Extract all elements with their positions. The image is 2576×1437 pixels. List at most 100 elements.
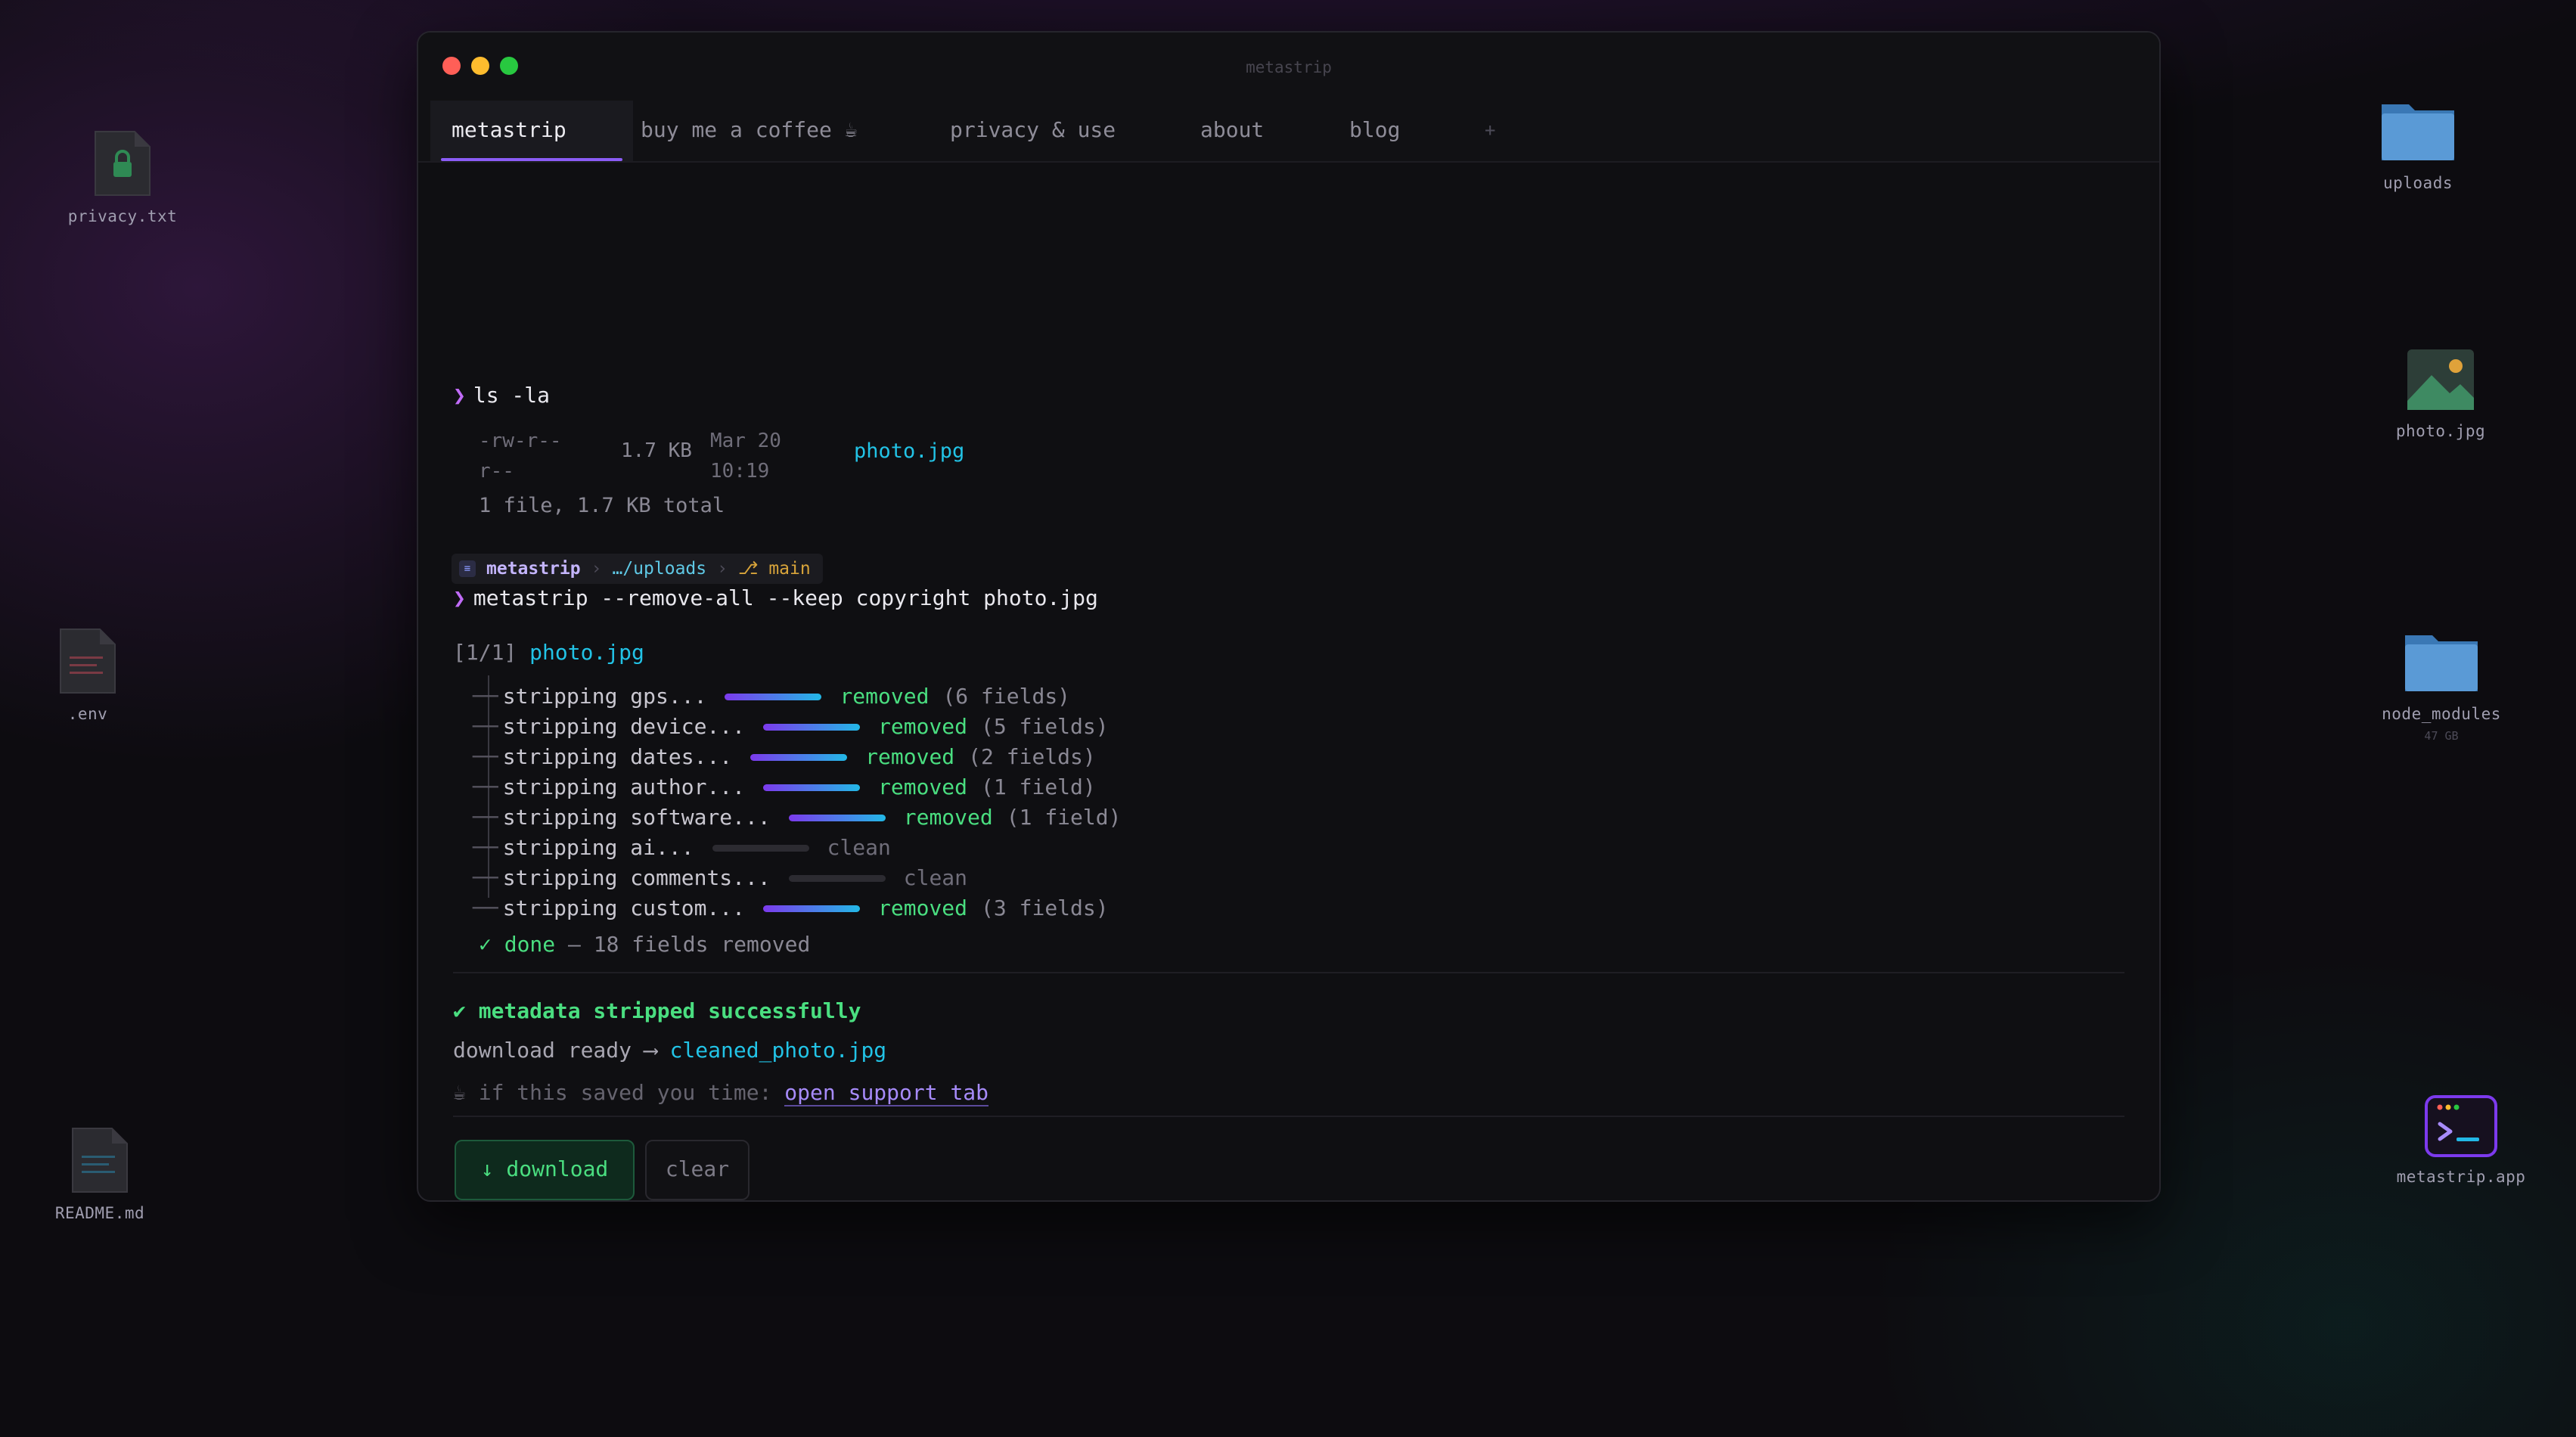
file-size: 1.7 KB	[621, 439, 692, 462]
strip-step-label: stripping dates...	[502, 744, 733, 769]
terminal-app-icon	[2425, 1095, 2497, 1157]
strip-step-label: stripping ai...	[502, 835, 694, 860]
strip-step-status: clean	[903, 865, 968, 890]
progress-header: [1/1] photo.jpg	[453, 639, 644, 666]
download-ready-text: download ready ⟶	[453, 1038, 657, 1063]
listing-summary: 1 file, 1.7 KB total	[479, 494, 725, 517]
divider	[453, 1116, 2124, 1117]
breadcrumb-branch: ⎇ main	[737, 559, 811, 579]
desktop-icon-label: README.md	[54, 1204, 145, 1222]
strip-step-status: removed	[878, 714, 968, 739]
support-line: ☕ if this saved you time: open support t…	[453, 1079, 989, 1106]
strip-step-row: ── stripping gps... removed (6 fields)	[473, 683, 1070, 710]
desktop-icon-uploads[interactable]: uploads	[2335, 97, 2501, 192]
terminal-window: metastrip metastrip buy me a coffee ☕ pr…	[417, 31, 2161, 1202]
strip-step-row: ── stripping ai... clean	[473, 834, 891, 861]
text-file-icon	[72, 1128, 128, 1193]
strip-step-detail: (3 fields)	[981, 895, 1109, 920]
tree-connector: ──	[473, 714, 498, 739]
app-glyph-icon: ≡	[459, 560, 476, 577]
desktop-icon-label: uploads	[2382, 174, 2453, 192]
progress-file-link[interactable]: photo.jpg	[529, 640, 644, 665]
download-file-link[interactable]: cleaned_photo.jpg	[670, 1038, 887, 1063]
tree-connector: ──	[473, 805, 498, 830]
strip-step-status: clean	[827, 835, 891, 860]
tab-about[interactable]: about	[1200, 101, 1264, 161]
tree-connector: ──	[473, 744, 498, 769]
desktop-icon-node-modules[interactable]: node_modules 47 GB	[2358, 628, 2525, 743]
breadcrumb-app: metastrip	[486, 559, 581, 579]
strip-step-label: stripping comments...	[502, 865, 771, 890]
desktop-icon-privacy-txt[interactable]: privacy.txt	[39, 129, 206, 225]
strip-step-row: ── stripping dates... removed (2 fields)	[473, 743, 1096, 771]
strip-step-status: removed	[865, 744, 955, 769]
tab-blog[interactable]: blog	[1349, 101, 1400, 161]
desktop-icon-metastrip-app[interactable]: metastrip.app	[2378, 1094, 2544, 1186]
tree-connector: ──	[473, 684, 498, 709]
window-title: metastrip	[1246, 58, 1332, 76]
support-text: ☕ if this saved you time:	[453, 1080, 772, 1105]
download-button[interactable]: ↓ download	[455, 1140, 635, 1200]
folder-icon	[2405, 635, 2478, 691]
tree-connector: ──	[473, 774, 498, 799]
file-permissions: -rw-r--r--	[479, 430, 562, 483]
desktop-icon-label: privacy.txt	[67, 207, 178, 225]
desktop-icon-label: metastrip.app	[2396, 1168, 2526, 1186]
file-date: Mar 20 10:19	[710, 430, 781, 483]
desktop-icon-label: node_modules	[2382, 705, 2501, 723]
new-tab-button[interactable]: +	[1485, 101, 1495, 161]
clear-button[interactable]: clear	[645, 1140, 750, 1200]
strip-step-status: removed	[878, 774, 968, 799]
strip-step-row: ── stripping custom... removed (3 fields)	[473, 895, 1109, 922]
progress-bar	[750, 753, 848, 761]
progress-bar	[763, 784, 861, 791]
desktop-icon-photo-jpg[interactable]: photo.jpg	[2357, 346, 2524, 440]
command-text: ls -la	[473, 383, 551, 408]
open-support-tab-link[interactable]: open support tab	[784, 1080, 989, 1106]
image-file-icon	[2407, 349, 2474, 410]
breadcrumb: ≡ metastrip › …/uploads › ⎇ main	[452, 554, 823, 584]
strip-step-label: stripping device...	[502, 714, 746, 739]
desktop-icon-size: 47 GB	[2424, 729, 2459, 743]
tab-buy-me-a-coffee[interactable]: buy me a coffee ☕	[641, 101, 858, 161]
text-file-icon	[60, 628, 116, 694]
strip-step-label: stripping software...	[502, 805, 771, 830]
done-line: ✓ done — 18 fields removed	[479, 931, 810, 958]
folder-icon	[2382, 104, 2454, 160]
done-label: ✓ done	[479, 932, 556, 957]
tab-metastrip[interactable]: metastrip	[430, 101, 633, 161]
strip-step-label: stripping author...	[502, 774, 746, 799]
window-titlebar[interactable]: metastrip	[418, 33, 2159, 101]
breadcrumb-path: …/uploads	[612, 559, 707, 579]
strip-step-detail: (1 field)	[1006, 805, 1122, 830]
strip-step-status: removed	[878, 895, 968, 920]
strip-step-row: ── stripping device... removed (5 fields)	[473, 713, 1109, 740]
chevron-right-icon: ›	[591, 559, 602, 579]
strip-step-row: ── stripping author... removed (1 field)	[473, 774, 1096, 801]
command-line-ls: ❯ ls -la	[453, 382, 550, 409]
success-message: ✔ metadata stripped successfully	[453, 998, 861, 1023]
command-line-metastrip: ❯ metastrip --remove-all --keep copyright…	[453, 585, 1098, 612]
desktop-icon-readme[interactable]: README.md	[17, 1125, 183, 1222]
file-name-link[interactable]: photo.jpg	[854, 439, 964, 463]
progress-bar	[788, 814, 886, 821]
prompt-symbol: ❯	[453, 585, 466, 610]
divider	[453, 972, 2124, 973]
strip-step-row: ── stripping comments... clean	[473, 864, 967, 892]
tree-connector: ──	[473, 835, 498, 860]
strip-step-detail: (1 field)	[981, 774, 1096, 799]
strip-step-label: stripping gps...	[502, 684, 707, 709]
strip-step-status: removed	[840, 684, 930, 709]
tab-privacy-and-use[interactable]: privacy & use	[950, 101, 1116, 161]
lock-file-icon	[95, 131, 151, 196]
desktop-icon-label: photo.jpg	[2395, 422, 2486, 440]
progress-bar	[712, 844, 809, 852]
strip-step-detail: (6 fields)	[942, 684, 1071, 709]
done-detail: — 18 fields removed	[568, 932, 811, 957]
progress-bar	[725, 693, 822, 700]
strip-step-detail: (2 fields)	[968, 744, 1096, 769]
desktop-icon-env[interactable]: .env	[5, 626, 171, 723]
progress-bar	[788, 874, 886, 882]
progress-bar	[763, 723, 861, 731]
tab-bar: metastrip buy me a coffee ☕ privacy & us…	[418, 101, 2159, 163]
